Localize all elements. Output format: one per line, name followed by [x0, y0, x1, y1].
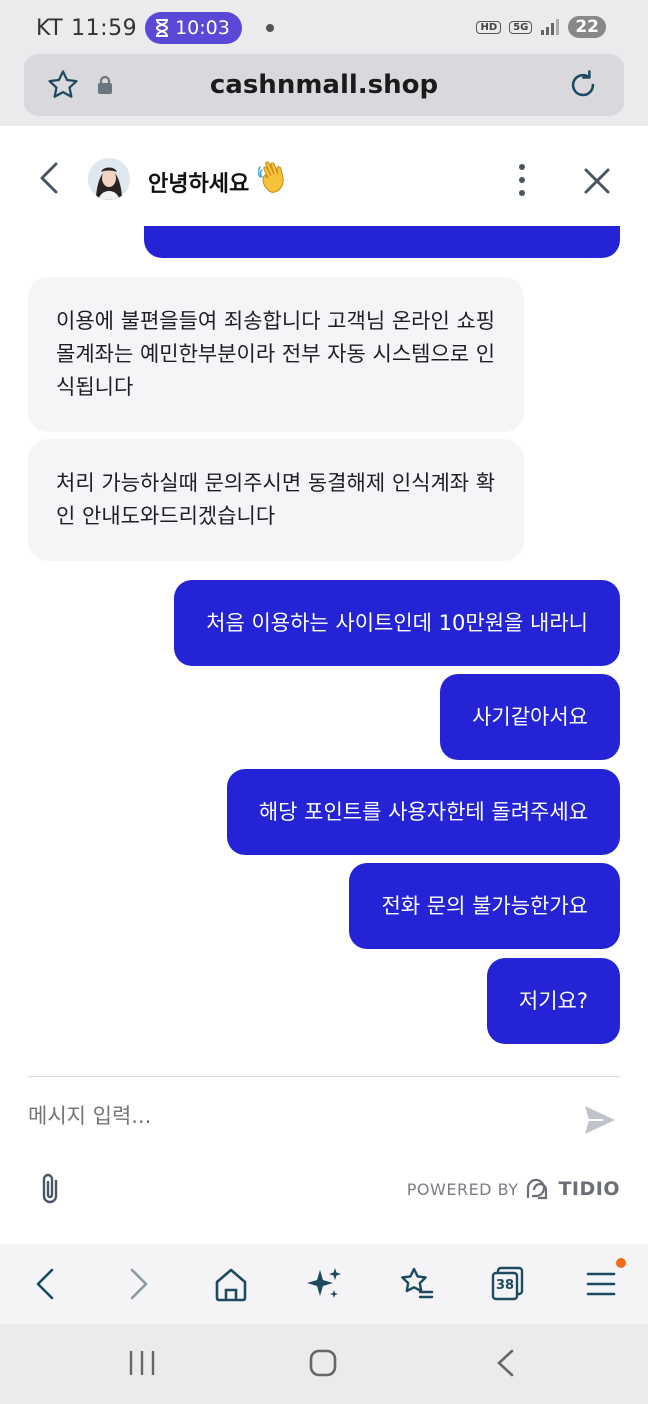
user-message-text: 처음 이용하는 사이트인데 10만원을 내라니: [206, 610, 588, 635]
agent-photo-icon: [88, 158, 130, 200]
recent-apps-icon[interactable]: [128, 1348, 156, 1378]
chat-header: 안녕하세요: [0, 126, 648, 226]
user-message-text: 사기같아서요: [472, 704, 588, 729]
waving-hand-icon: [258, 161, 284, 193]
powered-by-label: POWERED BY: [406, 1179, 519, 1199]
agent-message: 처리 가능하실때 문의주시면 동결해제 인식계좌 확인 안내도와드리겠습니다: [28, 439, 524, 561]
carrier-label: KT: [36, 15, 64, 41]
user-message-text: 해당 포인트를 사용자한테 돌려주세요: [258, 799, 588, 824]
close-icon[interactable]: [582, 166, 612, 196]
more-options-icon[interactable]: [512, 162, 532, 198]
tabs-button[interactable]: 38: [490, 1264, 524, 1301]
bookmarks-star-list-icon[interactable]: [396, 1264, 436, 1304]
chat-widget: 안녕하세요 이용에 불편을들여 죄송합니다 고객님 온라인 쇼핑몰계좌는 예민한…: [0, 126, 648, 1244]
back-button[interactable]: [36, 160, 62, 196]
tab-count: 38: [495, 1278, 515, 1293]
agent-message-text: 이용에 불편을들여 죄송합니다 고객님 온라인 쇼핑몰계좌는 예민한부분이라 전…: [56, 309, 496, 399]
send-icon[interactable]: [582, 1102, 618, 1138]
home-icon[interactable]: [212, 1264, 250, 1304]
tidio-logo-icon: [527, 1178, 548, 1200]
user-message-text: 전화 문의 불가능한가요: [381, 893, 588, 918]
reload-icon[interactable]: [566, 67, 600, 103]
hourglass-icon: [156, 19, 169, 37]
sparkle-icon[interactable]: [304, 1264, 344, 1304]
timer-pill[interactable]: 10:03: [145, 12, 242, 44]
system-navigation-bar: [0, 1324, 648, 1404]
paperclip-icon[interactable]: [38, 1172, 62, 1206]
agent-message-text: 처리 가능하실때 문의주시면 동결해제 인식계좌 확인 안내도와드리겠습니다: [56, 471, 496, 528]
composer-divider: [28, 1076, 620, 1077]
forward-arrow-icon[interactable]: [126, 1264, 152, 1304]
notification-dot-icon: [265, 24, 274, 32]
avatar: [88, 158, 130, 200]
powered-by-tidio[interactable]: POWERED BY TIDIO: [407, 1176, 620, 1202]
network-type-badge: 5G: [509, 20, 533, 34]
battery-indicator: 22: [568, 16, 606, 38]
chat-title: 안녕하세요: [148, 172, 250, 197]
user-message: 사기같아서요: [440, 674, 620, 760]
home-button-icon[interactable]: [308, 1348, 338, 1378]
timer-value: 10:03: [175, 17, 230, 39]
hd-badge: HD: [476, 20, 502, 34]
browser-toolbar: 38: [0, 1244, 648, 1324]
signal-icon: [541, 19, 560, 35]
user-message-text: 저기요?: [518, 988, 588, 1013]
message-input[interactable]: [28, 1104, 548, 1128]
system-back-icon[interactable]: [494, 1348, 518, 1378]
status-bar: KT 11:59 10:03 HD 5G 22: [0, 0, 648, 56]
user-message: 처음 이용하는 사이트인데 10만원을 내라니: [174, 580, 620, 666]
clock: 11:59: [71, 15, 138, 41]
user-message: 전화 문의 불가능한가요: [349, 863, 620, 949]
agent-message: 이용에 불편을들여 죄송합니다 고객님 온라인 쇼핑몰계좌는 예민한부분이라 전…: [28, 277, 524, 432]
address-bar[interactable]: cashnmall.shop: [24, 54, 624, 116]
menu-notification-dot: [616, 1258, 626, 1268]
tidio-brand-name: TIDIO: [558, 1178, 620, 1200]
user-message: 해당 포인트를 사용자한테 돌려주세요: [226, 769, 620, 855]
user-message: 저기요?: [486, 958, 620, 1044]
menu-icon[interactable]: [584, 1264, 618, 1304]
message-list[interactable]: 이용에 불편을들여 죄송합니다 고객님 온라인 쇼핑몰계좌는 예민한부분이라 전…: [0, 186, 648, 1086]
url-text[interactable]: cashnmall.shop: [24, 70, 624, 100]
back-arrow-icon[interactable]: [32, 1264, 58, 1304]
